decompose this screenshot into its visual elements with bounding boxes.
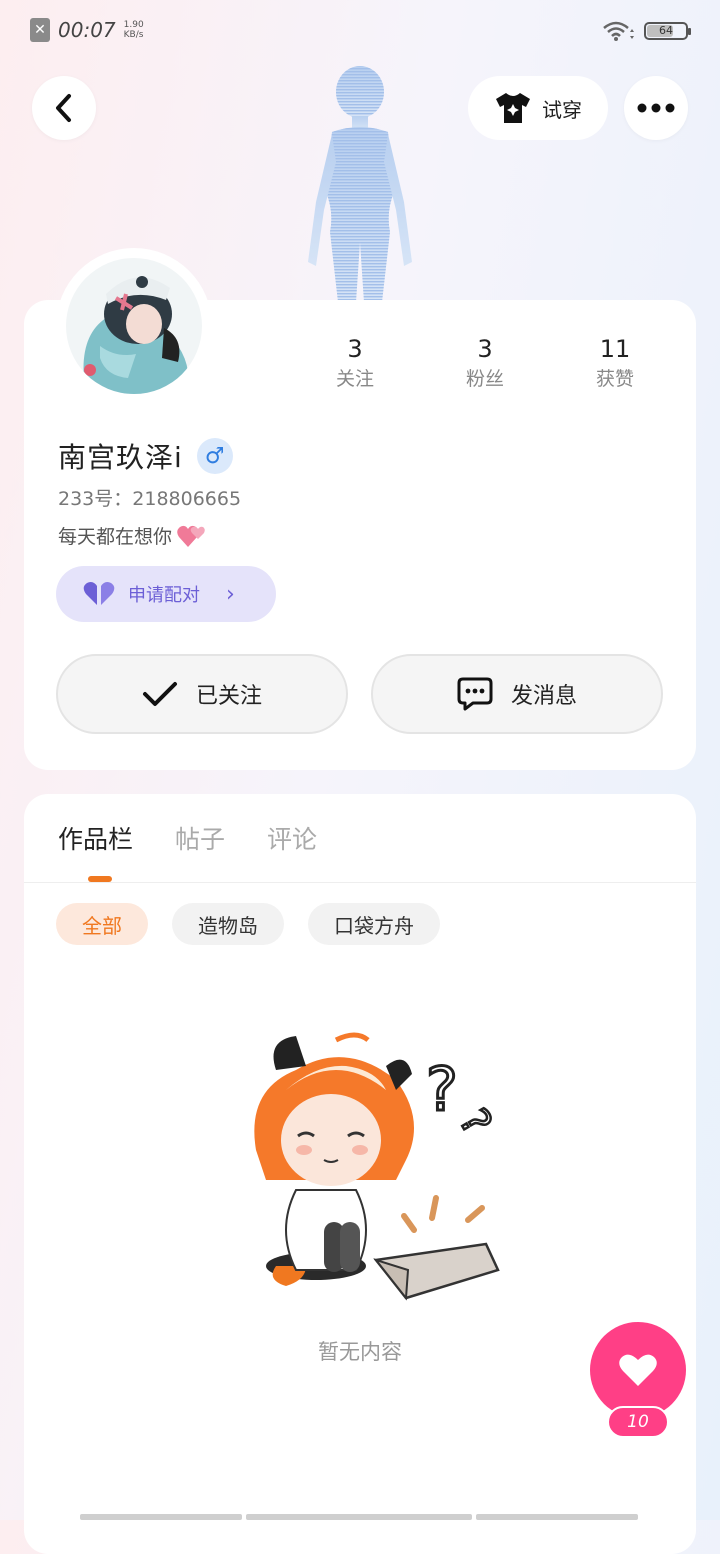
stat-label: 粉丝 <box>465 368 504 390</box>
tab-works[interactable]: 作品栏 <box>58 820 133 856</box>
avatar-frame[interactable] <box>56 248 212 404</box>
status-time: 00:07 <box>58 18 116 42</box>
try-on-label: 试穿 <box>542 97 582 122</box>
stat-label: 关注 <box>335 368 374 390</box>
more-dots-icon <box>637 103 675 113</box>
stat-label: 获赞 <box>595 368 634 390</box>
username: 南宫玖泽i <box>58 441 183 474</box>
network-speed: 1.90 KB/s <box>124 20 148 40</box>
stat-value: 3 <box>477 335 493 363</box>
send-message-button[interactable]: 发消息 <box>371 654 663 734</box>
following-button[interactable]: 已关注 <box>56 654 348 734</box>
network-speed-value: 1.90 <box>123 20 144 30</box>
network-speed-unit: KB/s <box>123 30 144 40</box>
following-label: 已关注 <box>195 684 262 709</box>
chip-pocket-ark[interactable]: 口袋方舟 <box>308 903 440 945</box>
two-hearts-icon <box>177 525 205 547</box>
like-button[interactable] <box>590 1322 686 1418</box>
status-bar: ✕ 00:07 1.90 KB/s 64 <box>0 0 720 64</box>
send-message-label: 发消息 <box>510 684 577 709</box>
stat-following[interactable]: 3 关注 <box>290 334 420 394</box>
like-count: 10 <box>607 1406 669 1438</box>
chip-creation-island[interactable]: 造物岛 <box>172 903 284 945</box>
chat-bubble-icon <box>457 677 493 711</box>
battery-icon: 64 <box>644 22 691 40</box>
heart-icon <box>619 1354 657 1386</box>
chevron-right-icon: › <box>226 581 235 607</box>
empty-state-illustration: ? ? <box>254 1032 501 1301</box>
stat-value: 11 <box>599 335 631 363</box>
stat-value: 3 <box>347 335 363 363</box>
content-tabs: 作品栏 帖子 评论 <box>58 820 317 856</box>
split-heart-icon <box>83 582 115 605</box>
tab-comments[interactable]: 评论 <box>267 820 317 856</box>
profile-stats: 3 关注 3 粉丝 11 获赞 <box>290 334 680 394</box>
username-row: 南宫玖泽i ♂ <box>58 436 233 476</box>
request-pair-label: 申请配对 <box>128 585 200 606</box>
try-on-button[interactable]: 试穿 <box>468 76 608 140</box>
checkmark-icon <box>142 682 177 706</box>
user-bio: 每天都在想你 <box>58 522 206 549</box>
wifi-icon <box>603 21 634 41</box>
male-gender-icon: ♂ <box>196 438 233 474</box>
svg-text:?: ? <box>426 1055 458 1125</box>
filter-chips: 全部 造物岛 口袋方舟 <box>56 903 440 945</box>
chevron-left-icon <box>56 94 71 122</box>
user-id[interactable]: 233号：218806665 <box>58 484 241 511</box>
stat-followers[interactable]: 3 粉丝 <box>420 334 550 394</box>
more-options-button[interactable] <box>624 76 688 140</box>
avatar-3d-hologram <box>308 66 412 302</box>
chip-all[interactable]: 全部 <box>56 903 148 945</box>
tshirt-icon <box>496 93 530 123</box>
bottom-partial-content <box>80 1514 638 1520</box>
avatar <box>66 258 202 394</box>
stat-likes[interactable]: 11 获赞 <box>550 334 680 394</box>
tabs-divider <box>24 882 696 883</box>
back-button[interactable] <box>32 76 96 140</box>
bio-text: 每天都在想你 <box>58 526 173 548</box>
request-pair-button[interactable]: 申请配对 › <box>56 566 276 622</box>
battery-level: 64 <box>659 24 673 37</box>
tab-posts[interactable]: 帖子 <box>175 820 225 856</box>
no-sim-icon: ✕ <box>30 18 50 42</box>
